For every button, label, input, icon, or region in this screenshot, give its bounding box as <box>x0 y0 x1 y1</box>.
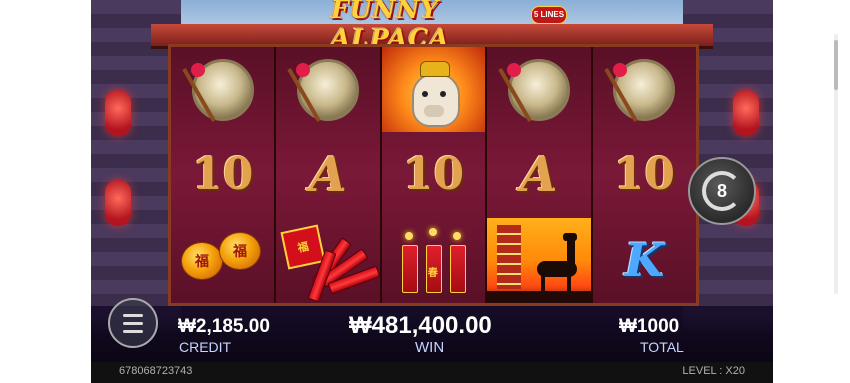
symbol-A: A <box>487 132 590 217</box>
alpaca-snout <box>423 105 444 117</box>
auto-spin-button[interactable]: 8 <box>688 157 756 225</box>
lantern-glyph: 福 <box>195 252 209 269</box>
lantern-decor <box>105 180 131 226</box>
credit-label: CREDIT <box>179 339 232 355</box>
total-bet-value[interactable]: ₩1000 <box>619 316 679 338</box>
ground <box>487 290 591 303</box>
win-value: ₩481,400.00 <box>349 312 492 339</box>
alpaca-hat <box>419 61 450 77</box>
symbol-10: 10 <box>382 132 485 217</box>
symbol-lanterns: 福 福 <box>171 218 274 303</box>
symbol-firecrackers: 福 <box>276 218 380 303</box>
pagoda-icon <box>497 224 522 289</box>
firecracker-tube-icon <box>449 244 466 293</box>
symbol-gong <box>487 47 590 132</box>
symbol-gong <box>276 47 379 132</box>
tube-glyph: 春 <box>427 267 438 279</box>
game-title: FUNNY ALPACA <box>331 0 561 53</box>
hamburger-menu-icon-bar <box>123 329 143 333</box>
win-label: WIN <box>415 339 445 356</box>
footer-bar: 678068723743 LEVEL : X20 <box>91 362 773 383</box>
ribbon-knot <box>191 63 205 77</box>
firecracker-sign: 福 <box>280 224 326 270</box>
symbol-10-text: 10 <box>402 149 465 201</box>
symbol-K: K <box>593 218 696 303</box>
firecracker-tube-icon <box>401 244 418 293</box>
lantern-decor <box>105 90 131 136</box>
reel-1: 10 福 福 <box>171 47 277 303</box>
symbol-alpaca <box>381 47 486 133</box>
symbol-K-text: K <box>624 233 665 288</box>
spark-icon <box>404 231 413 240</box>
symbol-10-text: 10 <box>613 149 675 201</box>
symbol-firecracker-tubes: 春 <box>382 218 485 303</box>
lantern-glyph: 福 <box>233 242 247 259</box>
reel-2: A 福 <box>276 47 382 303</box>
lantern-icon: 福 <box>219 231 261 270</box>
symbol-A-text: A <box>309 146 347 203</box>
session-id: 678068723743 <box>119 365 193 377</box>
symbol-10-text: 10 <box>192 149 254 201</box>
symbol-10: 10 <box>593 132 696 217</box>
symbol-gong <box>593 47 696 132</box>
symbol-10: 10 <box>171 132 274 217</box>
ribbon-knot <box>612 63 627 77</box>
total-bet-label: TOTAL <box>640 339 684 355</box>
spark-icon <box>452 231 461 240</box>
credit-value: ₩2,185.00 <box>178 316 270 337</box>
lantern-decor <box>733 90 759 136</box>
symbol-gong <box>171 47 274 132</box>
spins-remaining: 8 <box>716 180 727 201</box>
reel-3: 10 春 <box>381 47 488 303</box>
menu-button[interactable] <box>108 298 158 348</box>
alpaca-eye <box>421 91 428 97</box>
lantern-icon: 福 <box>181 241 223 280</box>
alpaca-icon <box>411 73 460 127</box>
scrollbar-thumb[interactable] <box>834 40 838 90</box>
alpaca-eye <box>439 91 446 97</box>
hamburger-menu-icon-bar <box>123 321 143 325</box>
level-indicator: LEVEL : X20 <box>682 365 745 377</box>
reel-5: 10 K <box>592 47 697 303</box>
firecracker-glyph: 福 <box>296 240 311 255</box>
symbol-pagoda-sunset <box>487 217 591 303</box>
lines-badge: 5 LINES <box>531 6 567 24</box>
symbol-A-text: A <box>520 146 558 203</box>
hamburger-menu-icon <box>123 313 143 317</box>
spark-icon <box>428 227 437 236</box>
alpaca-silhouette-icon <box>536 232 577 291</box>
symbol-A: A <box>276 132 379 217</box>
game-screen: FUNNY ALPACA 5 LINES 10 福 福 A 福 10 春 A 1… <box>91 0 773 383</box>
reel-frame: 10 福 福 A 福 10 春 A 10 K <box>168 44 699 306</box>
reel-4: A <box>487 47 593 303</box>
